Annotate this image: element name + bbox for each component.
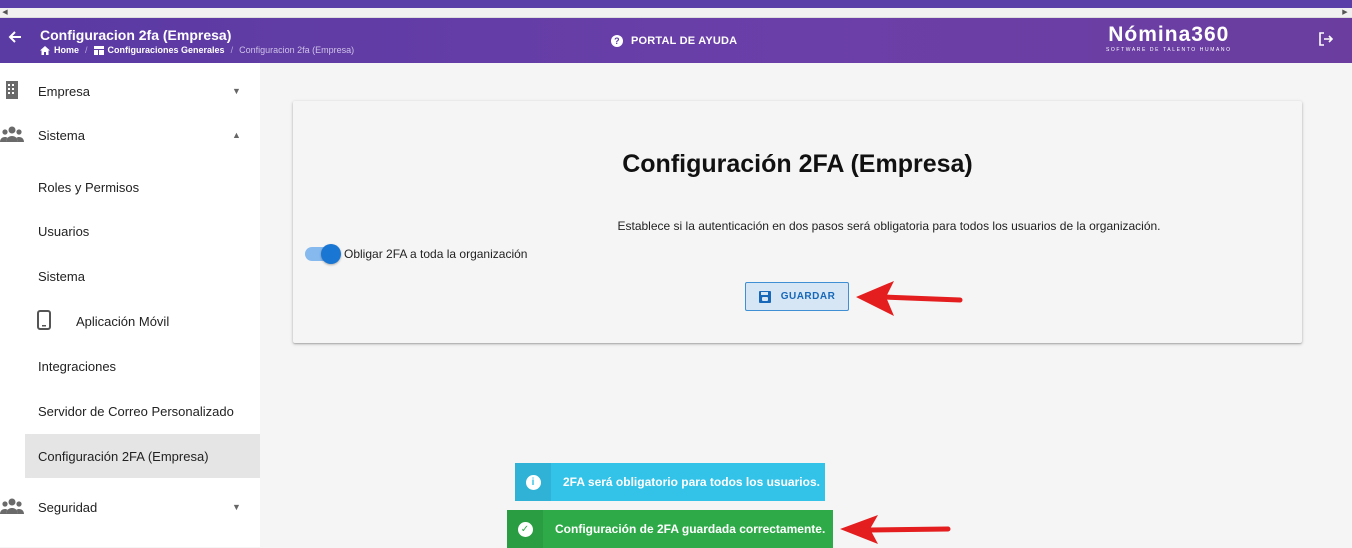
success-toast[interactable]: ✓ Configuración de 2FA guardada correcta…: [507, 510, 833, 548]
card-title: Configuración 2FA (Empresa): [622, 150, 973, 178]
sidebar-item-integraciones[interactable]: Integraciones: [0, 344, 260, 388]
scroll-right-icon[interactable]: ▶: [1340, 8, 1350, 18]
save-button[interactable]: GUARDAR: [745, 282, 849, 311]
logo-wordmark: Nómina360: [1108, 23, 1230, 46]
sidebar-item-sistema[interactable]: Sistema ▲: [0, 113, 260, 157]
phone-icon: [32, 309, 56, 333]
card-description: Establece si la autenticación en dos pas…: [293, 219, 1302, 233]
horizontal-scrollbar[interactable]: ◀ ▶: [0, 8, 1352, 18]
help-circle-icon: ?: [611, 35, 623, 47]
save-button-label: GUARDAR: [780, 291, 836, 302]
annotation-arrow-icon: [856, 281, 963, 316]
enforce-2fa-label: Obligar 2FA a toda la organización: [344, 247, 528, 261]
enforce-2fa-toggle[interactable]: [305, 244, 341, 264]
sidebar-item-roles-permisos[interactable]: Roles y Permisos: [0, 165, 260, 209]
top-accent-bar: [0, 0, 1352, 8]
sidebar-item-label: Sistema: [38, 127, 85, 143]
breadcrumb-home-label: Home: [54, 45, 80, 55]
sidebar-item-label: Empresa: [38, 83, 91, 99]
home-icon: [40, 45, 50, 55]
app-header: Configuracion 2fa (Empresa) Home / Confi…: [0, 18, 1352, 63]
help-portal-link[interactable]: ? PORTAL DE AYUDA: [611, 35, 737, 47]
sidebar-item-configuracion-2fa[interactable]: Configuración 2FA (Empresa): [25, 434, 260, 478]
sidebar-item-servidor-correo[interactable]: Servidor de Correo Personalizado: [0, 389, 260, 433]
check-circle-icon: ✓: [517, 521, 533, 537]
sidebar-item-label: Seguridad: [38, 499, 98, 515]
sidebar-item-label: Integraciones: [38, 358, 117, 374]
breadcrumb-separator: /: [230, 45, 234, 55]
breadcrumb-section-label: Configuraciones Generales: [107, 45, 225, 55]
help-portal-label: PORTAL DE AYUDA: [631, 35, 738, 47]
back-arrow-icon[interactable]: [6, 30, 24, 50]
sidebar-item-sistema-sub[interactable]: Sistema: [0, 254, 260, 298]
sidebar-item-label: Servidor de Correo Personalizado: [38, 403, 234, 419]
toast-icon-box: i: [515, 463, 551, 501]
sidebar-item-label: Aplicación Móvil: [76, 313, 170, 329]
users-icon: [0, 498, 24, 517]
toggle-knob: [321, 244, 341, 264]
sidebar-item-label: Sistema: [38, 268, 85, 284]
breadcrumb-section[interactable]: Configuraciones Generales: [93, 45, 225, 55]
chevron-up-icon: ▲: [232, 130, 241, 140]
info-icon: i: [525, 474, 541, 490]
sidebar: Empresa ▼ Sistema ▲ Roles y Permisos Usu…: [0, 63, 260, 547]
breadcrumb: Home / Configuraciones Generales / Confi…: [40, 45, 354, 55]
card-description-text: Establece si la autenticación en dos pas…: [617, 219, 1161, 233]
chevron-down-icon: ▼: [232, 86, 241, 96]
sidebar-item-empresa[interactable]: Empresa ▼: [0, 69, 260, 113]
info-toast[interactable]: i 2FA será obligatorio para todos los us…: [515, 463, 825, 501]
logout-icon[interactable]: [1318, 31, 1336, 49]
sidebar-item-usuarios[interactable]: Usuarios: [0, 209, 260, 253]
success-toast-text: Configuración de 2FA guardada correctame…: [555, 522, 826, 536]
page-title: Configuracion 2fa (Empresa): [40, 27, 232, 43]
sidebar-item-label: Roles y Permisos: [38, 179, 140, 195]
dashboard-icon: [93, 45, 104, 55]
sidebar-item-label: Usuarios: [38, 223, 90, 239]
breadcrumb-current: Configuracion 2fa (Empresa): [239, 45, 355, 55]
sidebar-item-aplicacion-movil[interactable]: Aplicación Móvil: [0, 299, 260, 343]
floppy-disk-icon: [758, 290, 771, 303]
info-toast-text: 2FA será obligatorio para todos los usua…: [563, 475, 820, 489]
sidebar-item-label: Configuración 2FA (Empresa): [38, 448, 209, 464]
logo-tagline: SOFTWARE DE TALENTO HUMANO: [1106, 47, 1232, 53]
users-icon: [0, 126, 24, 145]
toast-icon-box: ✓: [507, 510, 543, 548]
scroll-left-icon[interactable]: ◀: [0, 8, 10, 18]
breadcrumb-separator: /: [85, 45, 88, 55]
breadcrumb-home[interactable]: Home: [40, 45, 79, 55]
building-icon: [0, 80, 24, 102]
annotation-arrow-icon: [840, 515, 951, 544]
sidebar-item-seguridad[interactable]: Seguridad ▼: [0, 485, 260, 529]
settings-card: Configuración 2FA (Empresa) Establece si…: [293, 101, 1302, 343]
brand-logo: Nómina360 SOFTWARE DE TALENTO HUMANO: [1106, 23, 1232, 54]
chevron-down-icon: ▼: [232, 502, 241, 512]
